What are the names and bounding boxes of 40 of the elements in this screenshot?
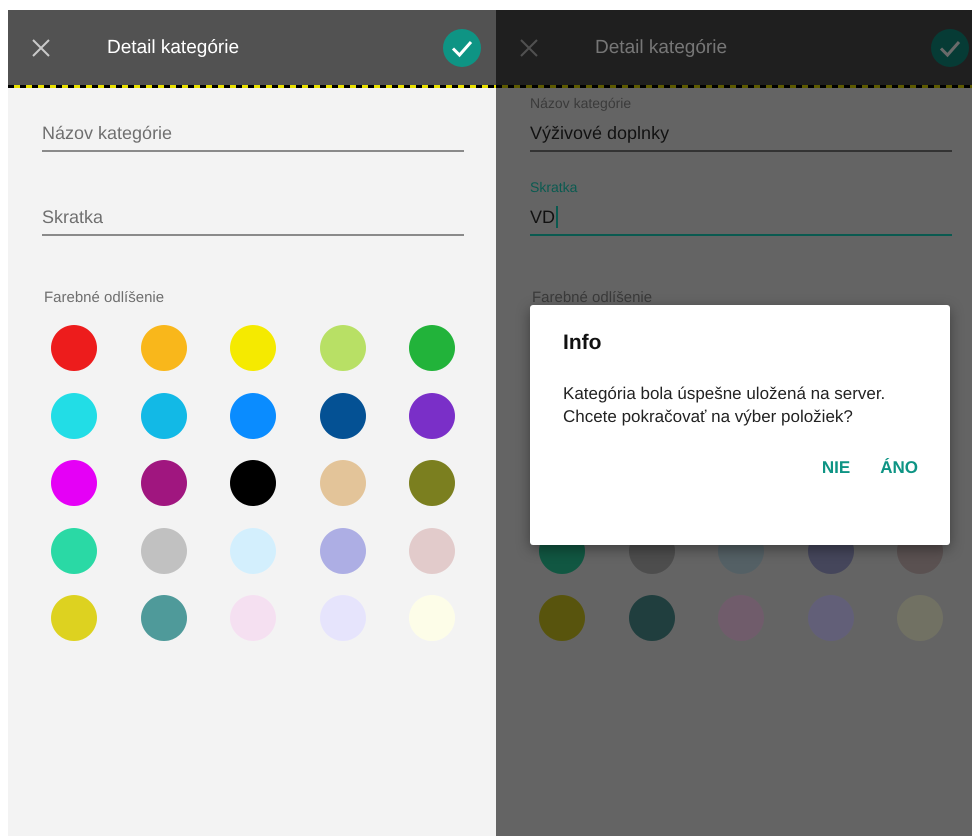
color-swatch[interactable] bbox=[230, 528, 276, 574]
color-swatch[interactable] bbox=[51, 528, 97, 574]
input-field[interactable]: Skratka bbox=[42, 196, 464, 236]
color-swatch[interactable] bbox=[320, 528, 366, 574]
color-swatch[interactable] bbox=[51, 392, 97, 438]
input-field[interactable]: Výživové doplnky bbox=[530, 112, 952, 152]
section-label: Farebné odlíšenie bbox=[44, 289, 166, 307]
dialog-button[interactable]: NIE bbox=[822, 452, 850, 484]
checkmark-icon[interactable] bbox=[931, 28, 969, 66]
color-swatch[interactable] bbox=[320, 392, 366, 438]
color-swatch[interactable] bbox=[230, 392, 276, 438]
close-icon[interactable] bbox=[519, 38, 539, 58]
color-swatch[interactable] bbox=[409, 325, 455, 371]
color-swatch[interactable] bbox=[409, 460, 455, 506]
color-swatch[interactable] bbox=[628, 595, 674, 641]
field-label: Skratka bbox=[530, 179, 578, 195]
color-swatch[interactable] bbox=[51, 460, 97, 506]
color-swatch[interactable] bbox=[320, 325, 366, 371]
color-swatch[interactable] bbox=[140, 325, 186, 371]
color-swatch[interactable] bbox=[140, 595, 186, 641]
color-swatch[interactable] bbox=[320, 460, 366, 506]
color-swatch[interactable] bbox=[230, 325, 276, 371]
color-swatch[interactable] bbox=[140, 528, 186, 574]
color-swatch[interactable] bbox=[51, 595, 97, 641]
dialog-title: Info bbox=[563, 331, 602, 355]
color-swatch[interactable] bbox=[140, 392, 186, 438]
color-swatch[interactable] bbox=[539, 595, 585, 641]
screen-title: Detail kategórie bbox=[107, 36, 240, 58]
checkmark-icon[interactable] bbox=[443, 28, 481, 66]
color-swatch[interactable] bbox=[140, 460, 186, 506]
color-swatch[interactable] bbox=[409, 392, 455, 438]
color-swatch[interactable] bbox=[230, 460, 276, 506]
input-field[interactable]: Názov kategórie bbox=[42, 112, 464, 152]
dialog-button[interactable]: ÁNO bbox=[880, 452, 918, 484]
text-cursor bbox=[556, 206, 558, 228]
input-field[interactable]: VD bbox=[530, 196, 952, 236]
color-swatch[interactable] bbox=[51, 325, 97, 371]
color-swatch[interactable] bbox=[409, 528, 455, 574]
dialog-message: Kategória bola úspešne uložená na server. Chcete pokračovať na výber položiek? bbox=[563, 383, 886, 428]
screen-title: Detail kategórie bbox=[595, 36, 728, 58]
